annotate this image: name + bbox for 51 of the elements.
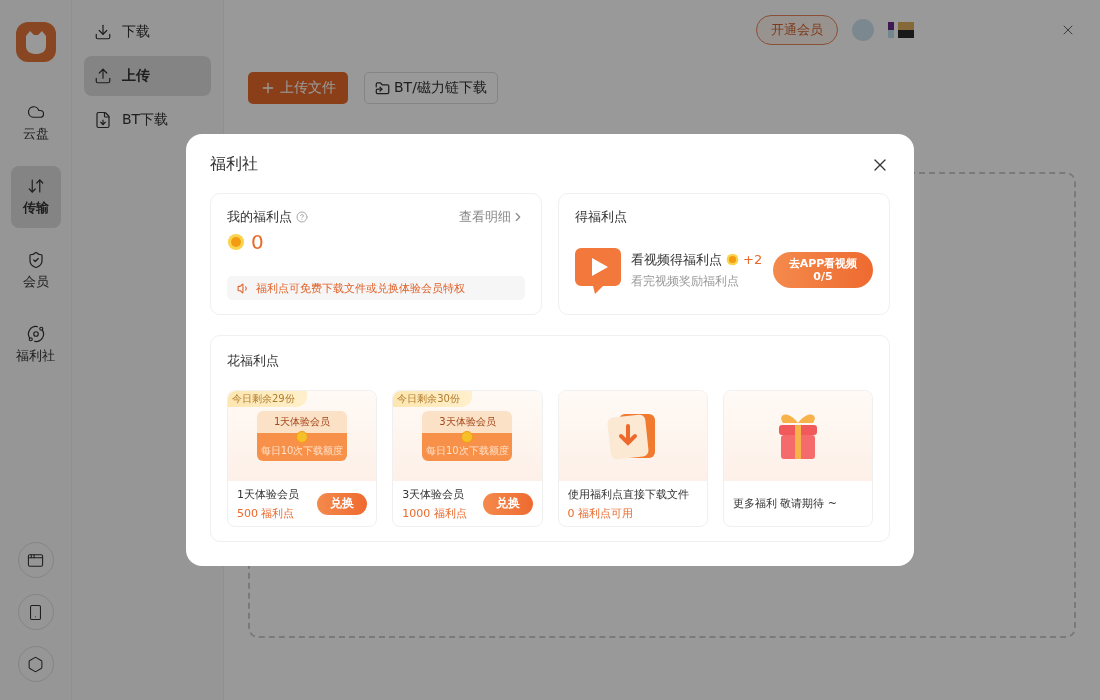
reward-name: 1天体验会员 (237, 486, 299, 502)
subnav-item[interactable]: BT下载 (84, 100, 211, 140)
coupon-drawing: 3天体验会员 每日10次下载额度 (422, 411, 513, 461)
vip-button[interactable]: 开通会员 (756, 15, 838, 45)
dialog-title: 福利社 (210, 154, 258, 175)
bt-magnet-button[interactable]: BT/磁力链下载 (364, 72, 498, 104)
app-logo[interactable] (15, 22, 56, 62)
card-title: 我的福利点 (227, 208, 292, 226)
cloud-icon (26, 103, 45, 121)
redeem-button[interactable]: 兑换 (482, 492, 533, 515)
coin-icon (726, 253, 739, 266)
card-title: 得福利点 (575, 208, 628, 226)
reward-price: 500 福利点 (237, 505, 296, 521)
rail-item[interactable]: 传输 (10, 166, 61, 228)
task-title: 看视频得福利点 (631, 250, 722, 269)
task-description: 看完视频奖励福利点 (631, 272, 740, 290)
plus-icon (260, 80, 276, 96)
card-title: 花福利点 (227, 353, 279, 368)
stock-tag: 今日剩余30份 (393, 391, 472, 407)
reward-value: +2 (743, 252, 763, 267)
subnav-item[interactable]: 上传 (84, 56, 211, 96)
reward-price: 1000 福利点 (402, 505, 467, 521)
window-icon (27, 551, 44, 569)
watch-video-button[interactable]: 去APP看视频 0/5 (773, 252, 873, 288)
phone-icon (27, 603, 44, 621)
shield-icon (26, 251, 45, 269)
details-link[interactable]: 查看明细 (459, 208, 525, 226)
coin-icon (227, 233, 245, 251)
bt-file-icon (94, 111, 112, 129)
upload-file-button[interactable]: 上传文件 (248, 72, 348, 104)
points-value: 0 (251, 230, 264, 254)
stock-tag: 今日剩余29份 (228, 391, 307, 407)
coupon-drawing: 1天体验会员 每日10次下载额度 (257, 411, 348, 461)
reward-name: 更多福利 敬请期待 ~ (732, 496, 837, 511)
transfer-icon (26, 177, 45, 195)
reward-name: 使用福利点直接下载文件 (567, 486, 689, 502)
notice-text: 福利点可免费下载文件或兑换体验会员特权 (256, 280, 465, 296)
reward-price: 0 福利点可用 (567, 505, 634, 521)
hexagon-icon (27, 655, 44, 673)
upload-icon (94, 67, 112, 85)
video-play-icon (575, 246, 621, 294)
speaker-icon (237, 281, 250, 295)
download-icon (94, 23, 112, 41)
rail-item[interactable]: 会员 (10, 240, 61, 302)
rail-item[interactable]: 云盘 (10, 92, 61, 154)
subnav-item[interactable]: 下载 (84, 12, 211, 52)
reward-name: 3天体验会员 (402, 486, 466, 502)
orbit-icon (26, 325, 45, 343)
rail-item[interactable]: 福利社 (10, 314, 61, 376)
redeem-button[interactable]: 兑换 (317, 492, 368, 515)
folder-icon (375, 80, 390, 96)
